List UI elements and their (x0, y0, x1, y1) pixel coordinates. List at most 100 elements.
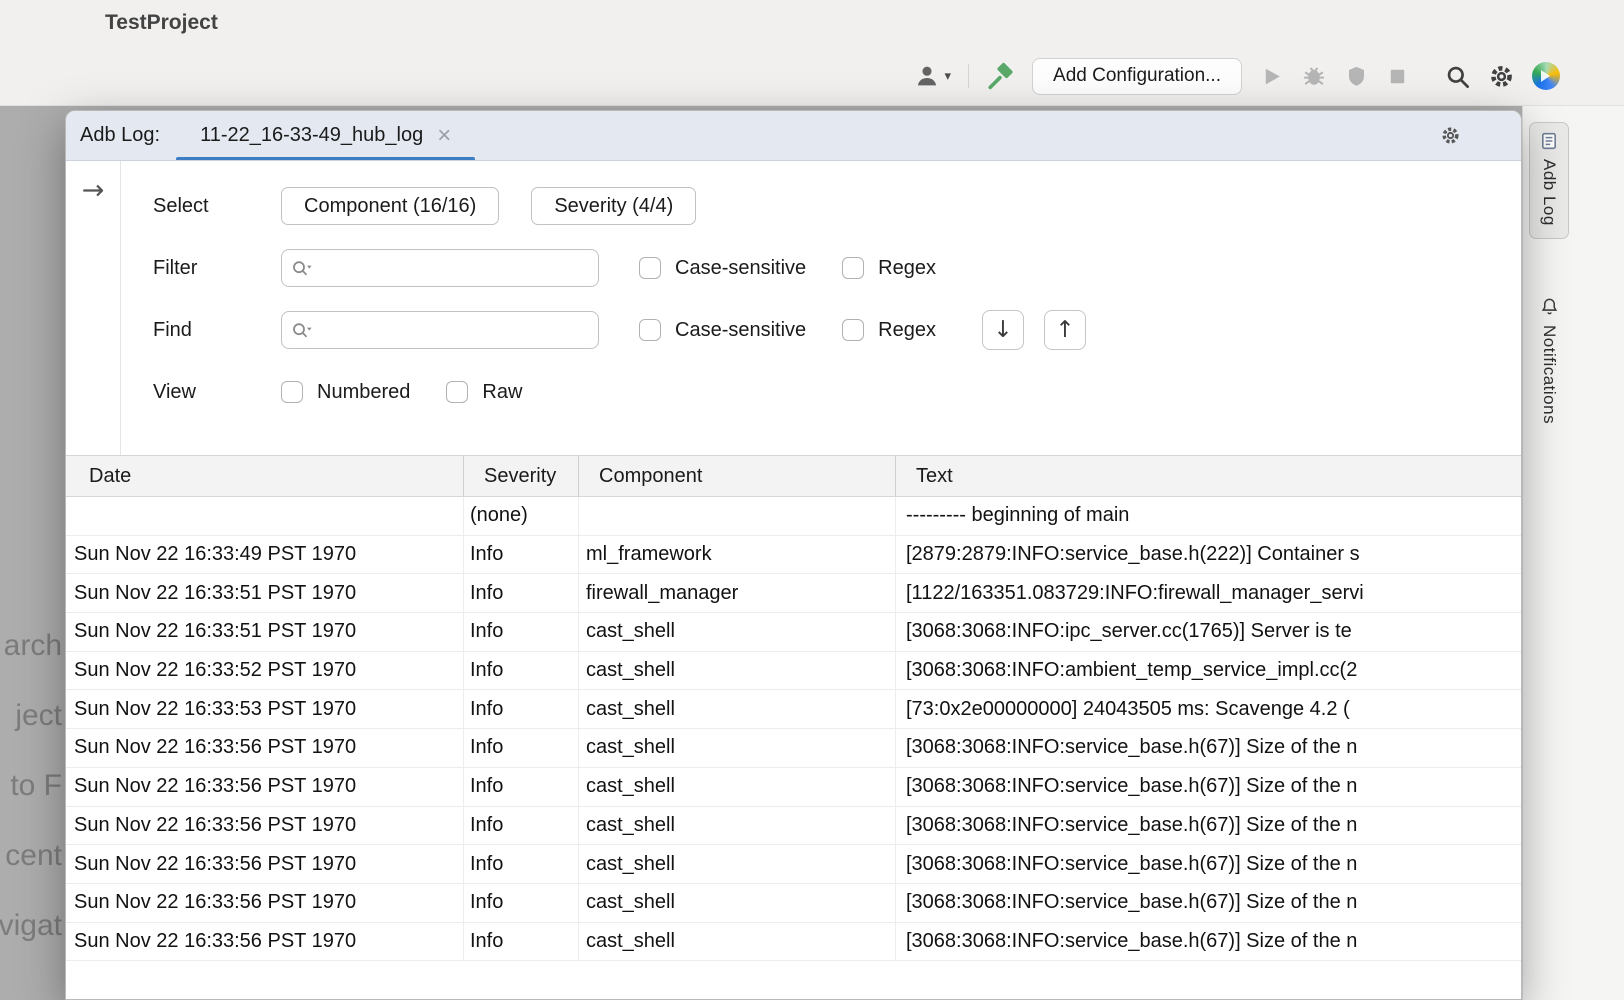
background-text-fragment: cent (0, 821, 62, 891)
user-icon (914, 63, 940, 89)
cell-component: cast_shell (579, 923, 896, 961)
main-toolbar: ▾ Add Configuration... (914, 56, 1560, 96)
checkbox-label: Case-sensitive (675, 257, 806, 280)
user-menu-button[interactable]: ▾ (914, 63, 952, 89)
stripe-tab-label: Adb Log (1539, 159, 1559, 226)
column-header-severity[interactable]: Severity (464, 456, 579, 496)
raw-checkbox[interactable]: Raw (446, 381, 522, 404)
filter-gutter: → (66, 161, 121, 455)
table-row[interactable]: Sun Nov 22 16:33:53 PST 1970Infocast_she… (66, 690, 1521, 729)
table-row[interactable]: Sun Nov 22 16:33:56 PST 1970Infocast_she… (66, 729, 1521, 768)
toolbar-divider (968, 64, 969, 88)
stop-icon (1386, 65, 1409, 88)
stop-button[interactable] (1386, 65, 1409, 88)
stripe-tab-label: Notifications (1539, 325, 1559, 424)
table-row[interactable]: Sun Nov 22 16:33:52 PST 1970Infocast_she… (66, 652, 1521, 691)
adb-log-tool-icon (1540, 132, 1558, 150)
play-icon (1259, 64, 1284, 89)
component-filter-button[interactable]: Component (16/16) (281, 187, 499, 225)
background-text-fragment: ject (0, 681, 62, 751)
find-input[interactable] (313, 320, 589, 341)
cell-date: Sun Nov 22 16:33:56 PST 1970 (66, 768, 464, 806)
run-button[interactable] (1259, 64, 1284, 89)
cell-date: Sun Nov 22 16:33:56 PST 1970 (66, 807, 464, 845)
cell-date: Sun Nov 22 16:33:51 PST 1970 (66, 613, 464, 651)
collapse-arrow-icon[interactable]: → (82, 175, 105, 206)
magnifier-caret-icon[interactable] (291, 321, 313, 339)
adb-log-window: Adb Log: 11-22_16-33-49_hub_log × → Sele… (65, 110, 1522, 1000)
filter-case-sensitive-checkbox[interactable]: Case-sensitive (639, 257, 806, 280)
cell-severity: (none) (464, 497, 579, 535)
filter-label: Filter (153, 257, 281, 280)
cell-severity: Info (464, 690, 579, 728)
table-row[interactable]: Sun Nov 22 16:33:56 PST 1970Infocast_she… (66, 923, 1521, 962)
cell-severity: Info (464, 768, 579, 806)
android-studio-logo[interactable] (1532, 62, 1560, 90)
find-previous-button[interactable]: ↑ (1044, 310, 1086, 350)
cell-text: [73:0x2e00000000] 24043505 ms: Scavenge … (896, 690, 1521, 728)
table-row[interactable]: Sun Nov 22 16:33:56 PST 1970Infocast_she… (66, 768, 1521, 807)
numbered-checkbox[interactable]: Numbered (281, 381, 410, 404)
find-regex-checkbox[interactable]: Regex (842, 319, 936, 342)
add-configuration-button[interactable]: Add Configuration... (1032, 58, 1242, 95)
ide-settings-button[interactable] (1488, 63, 1515, 90)
select-label: Select (153, 195, 281, 218)
chevron-down-icon: ▾ (945, 69, 952, 84)
run-with-coverage-button[interactable] (1344, 64, 1369, 89)
cell-date: Sun Nov 22 16:33:56 PST 1970 (66, 729, 464, 767)
column-header-date[interactable]: Date (66, 456, 464, 496)
column-header-text[interactable]: Text (896, 456, 1521, 496)
cell-severity: Info (464, 845, 579, 883)
search-everywhere-button[interactable] (1444, 63, 1471, 90)
magnifier-caret-icon[interactable] (291, 259, 313, 277)
cell-date: Sun Nov 22 16:33:51 PST 1970 (66, 574, 464, 612)
bug-icon (1301, 63, 1327, 89)
background-text-fragment: arch (0, 611, 62, 681)
find-next-button[interactable]: ↓ (982, 310, 1024, 350)
screen: TestProject ▾ Add Configuration... (0, 0, 1624, 1000)
table-row[interactable]: Sun Nov 22 16:33:49 PST 1970Infoml_frame… (66, 536, 1521, 575)
cell-text: [3068:3068:INFO:service_base.h(67)] Size… (896, 923, 1521, 961)
cell-component: firewall_manager (579, 574, 896, 612)
debug-button[interactable] (1301, 63, 1327, 89)
table-row[interactable]: Sun Nov 22 16:33:51 PST 1970Infofirewall… (66, 574, 1521, 613)
filter-regex-checkbox[interactable]: Regex (842, 257, 936, 280)
cell-component: cast_shell (579, 613, 896, 651)
cell-component: cast_shell (579, 690, 896, 728)
cell-component: cast_shell (579, 884, 896, 922)
log-file-tab[interactable]: 11-22_16-33-49_hub_log × (176, 111, 475, 160)
background-window: archjectto Fcentvigat (0, 106, 65, 1000)
table-row[interactable]: (none)--------- beginning of main (66, 497, 1521, 536)
table-row[interactable]: Sun Nov 22 16:33:56 PST 1970Infocast_she… (66, 845, 1521, 884)
log-table: DateSeverityComponentText (none)--------… (66, 456, 1521, 999)
bell-icon (1540, 297, 1559, 316)
checkbox-box (281, 381, 303, 403)
log-table-header: DateSeverityComponentText (66, 456, 1521, 497)
table-row[interactable]: Sun Nov 22 16:33:51 PST 1970Infocast_she… (66, 613, 1521, 652)
cell-text: [2879:2879:INFO:service_base.h(222)] Con… (896, 536, 1521, 574)
build-hammer-button[interactable] (986, 62, 1015, 91)
tab-close-icon[interactable]: × (437, 124, 451, 148)
cell-date (66, 497, 464, 535)
log-table-body: (none)--------- beginning of mainSun Nov… (66, 497, 1521, 999)
cell-text: [3068:3068:INFO:service_base.h(67)] Size… (896, 807, 1521, 845)
cell-severity: Info (464, 652, 579, 690)
coverage-shield-icon (1344, 64, 1369, 89)
checkbox-box (639, 257, 661, 279)
table-row[interactable]: Sun Nov 22 16:33:56 PST 1970Infocast_she… (66, 807, 1521, 846)
adb-log-label: Adb Log: (80, 124, 160, 147)
stripe-tab-notifications[interactable]: Notifications (1529, 288, 1569, 436)
severity-filter-button[interactable]: Severity (4/4) (531, 187, 696, 225)
cell-component: cast_shell (579, 845, 896, 883)
cell-severity: Info (464, 536, 579, 574)
column-header-component[interactable]: Component (579, 456, 896, 496)
panel-settings-gear-icon[interactable] (1440, 125, 1461, 146)
find-search-box (281, 311, 599, 349)
view-label: View (153, 381, 281, 404)
checkbox-label: Regex (878, 257, 936, 280)
filter-input[interactable] (313, 258, 589, 279)
table-row[interactable]: Sun Nov 22 16:33:56 PST 1970Infocast_she… (66, 884, 1521, 923)
stripe-tab-adb-log[interactable]: Adb Log (1529, 122, 1569, 239)
find-case-sensitive-checkbox[interactable]: Case-sensitive (639, 319, 806, 342)
window-actions (1440, 125, 1495, 146)
